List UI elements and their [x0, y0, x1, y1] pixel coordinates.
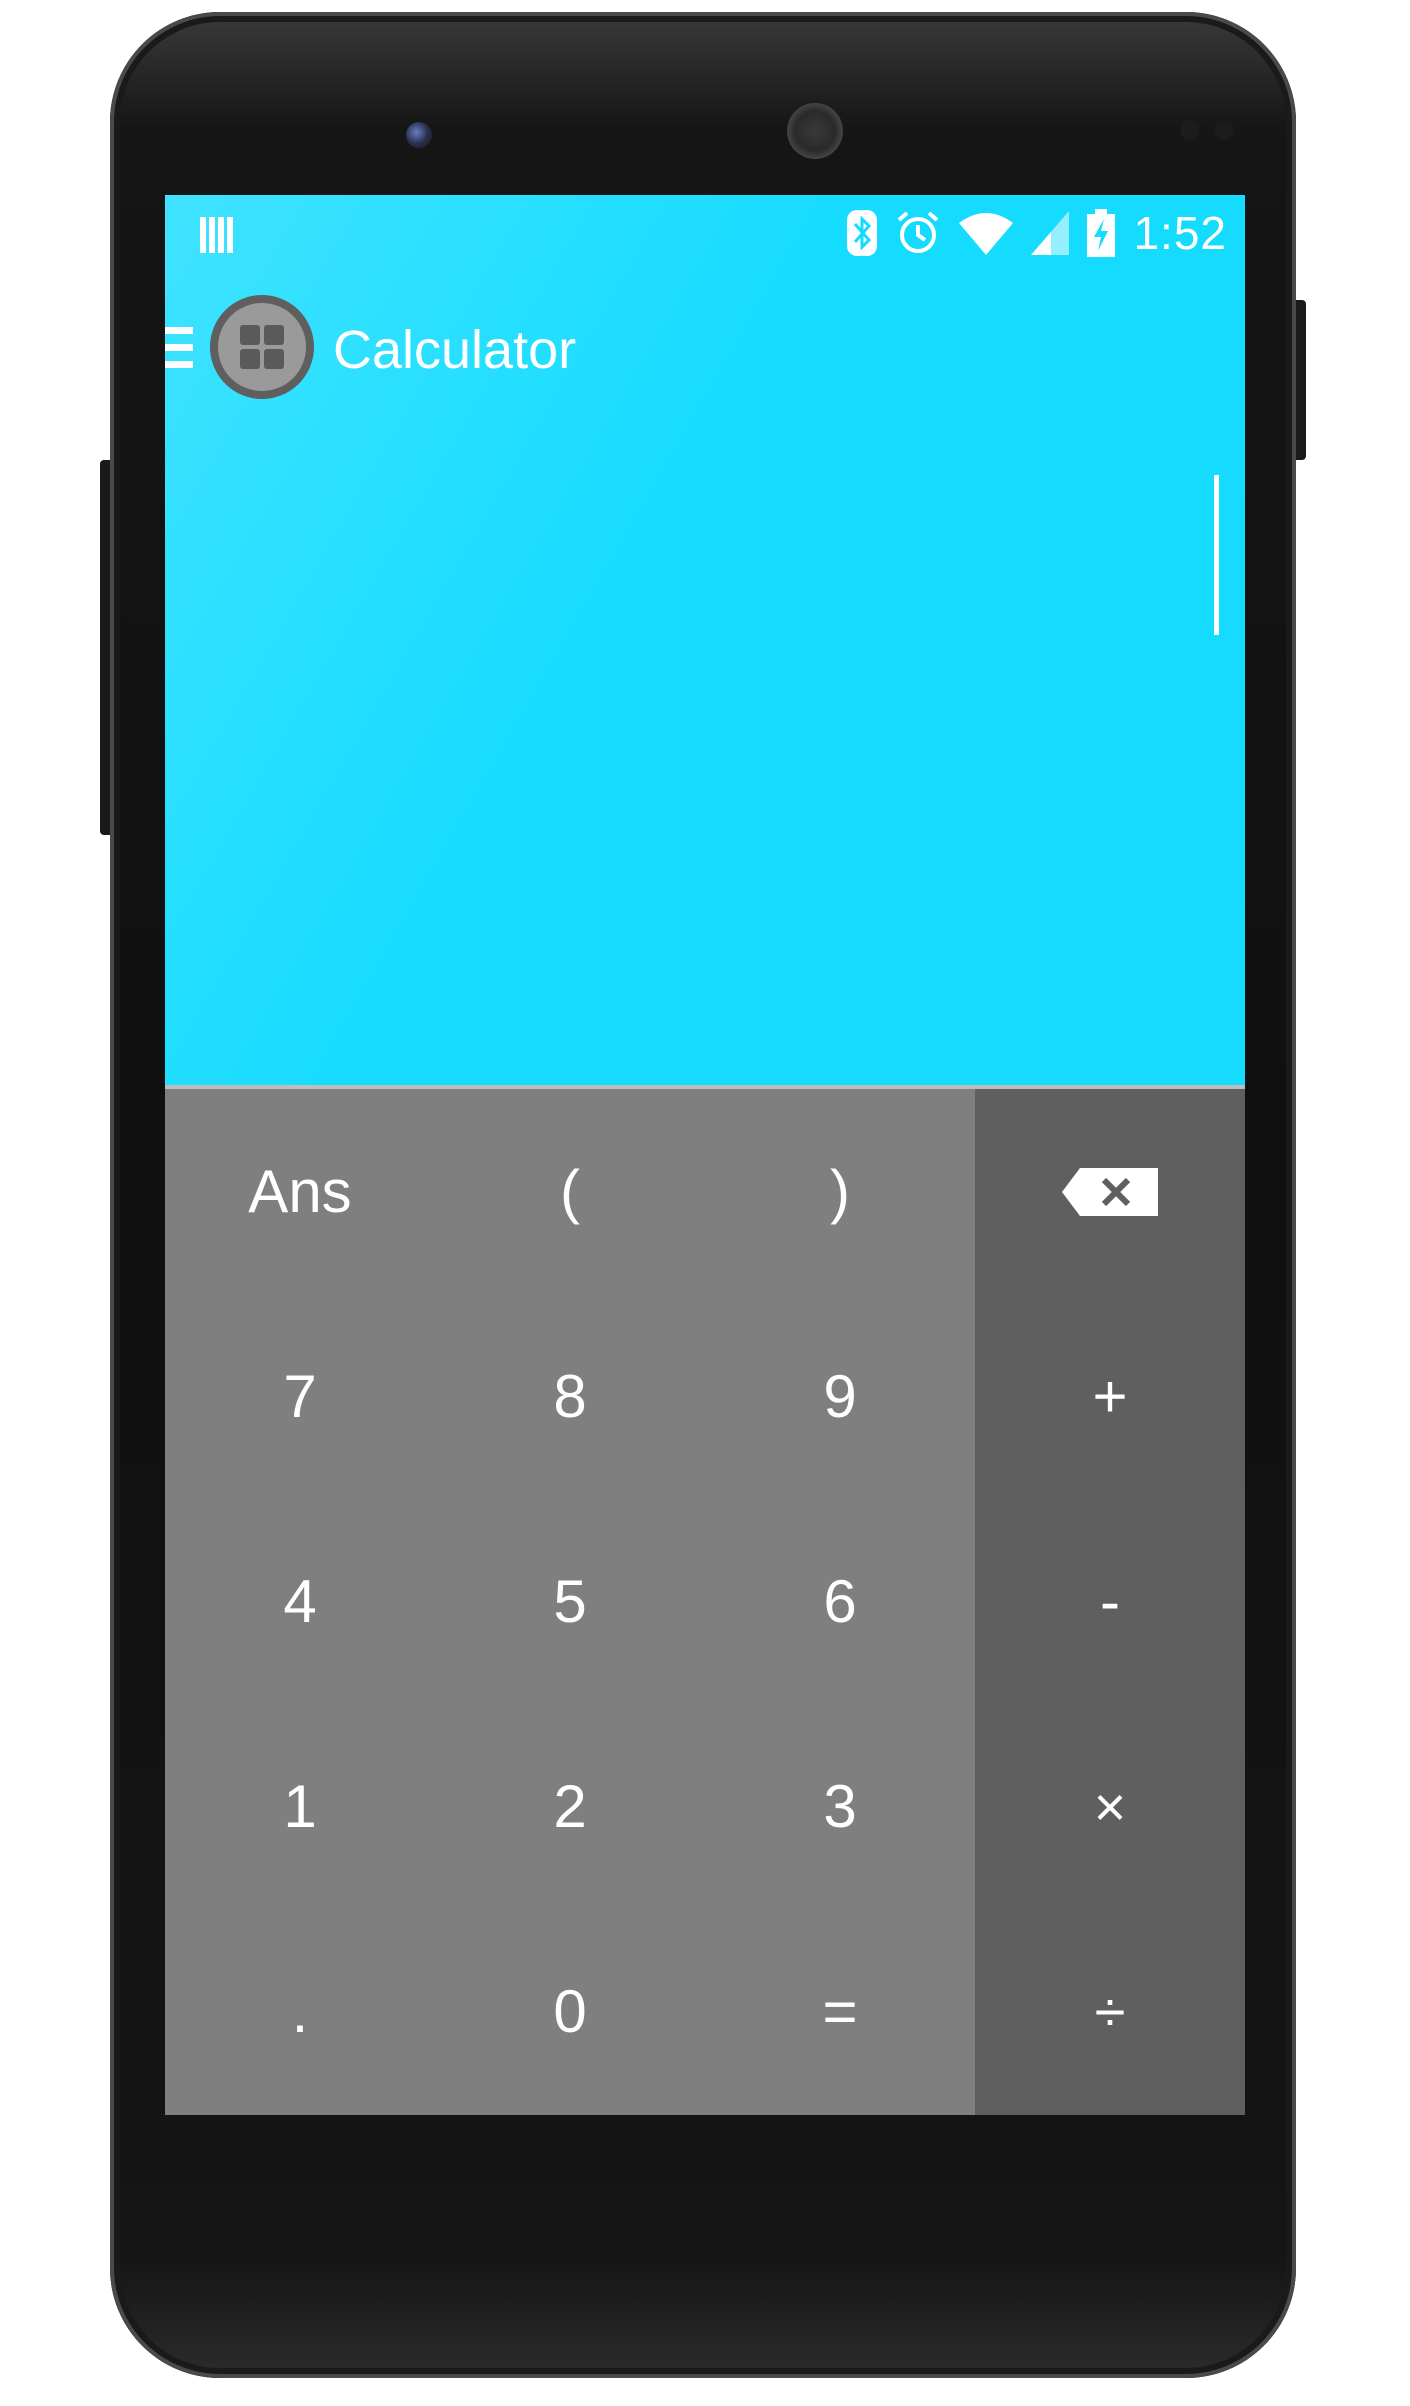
status-bar: 1:52 [165, 195, 1245, 270]
status-icons: 1:52 [847, 205, 1227, 260]
key-7[interactable]: 7 [165, 1294, 435, 1499]
proximity-sensors [1180, 120, 1250, 142]
text-cursor [1214, 475, 1219, 635]
key-6[interactable]: 6 [705, 1499, 975, 1704]
key-0[interactable]: 0 [435, 1909, 705, 2114]
key-8[interactable]: 8 [435, 1294, 705, 1499]
key-minus[interactable]: - [975, 1499, 1245, 1704]
app-title: Calculator [333, 320, 577, 380]
key-9[interactable]: 9 [705, 1294, 975, 1499]
calculator-app-icon[interactable] [210, 295, 314, 399]
key-2[interactable]: 2 [435, 1704, 705, 1909]
key-5[interactable]: 5 [435, 1499, 705, 1704]
key-equals[interactable]: = [705, 1909, 975, 2114]
phone-screen: 1:52 Calculator Ans ( ) 7 8 9 4 5 6 1 2 … [165, 195, 1245, 2115]
expression-display[interactable] [205, 475, 1195, 635]
alarm-icon [898, 210, 939, 253]
wifi-icon [959, 212, 1014, 255]
backspace-button[interactable] [975, 1089, 1245, 1294]
number-keypad: Ans ( ) 7 8 9 4 5 6 1 2 3 . 0 = [165, 1089, 975, 2115]
status-clock: 1:52 [1133, 206, 1227, 259]
menu-icon[interactable] [165, 327, 195, 371]
key-open-paren[interactable]: ( [435, 1089, 705, 1294]
bluetooth-icon [847, 209, 878, 256]
notification-bars-icon [200, 217, 233, 253]
key-multiply[interactable]: × [975, 1704, 1245, 1909]
backspace-icon [1062, 1167, 1158, 1216]
app-bar: Calculator [165, 295, 1245, 405]
key-decimal[interactable]: . [165, 1909, 435, 2114]
cell-signal-icon [1031, 210, 1070, 255]
operator-keypad: + - × ÷ [975, 1089, 1245, 2115]
key-ans[interactable]: Ans [165, 1089, 435, 1294]
key-1[interactable]: 1 [165, 1704, 435, 1909]
earpiece-speaker-icon [787, 103, 843, 159]
battery-charging-icon [1087, 208, 1116, 257]
front-camera-icon [406, 122, 432, 148]
key-plus[interactable]: + [975, 1294, 1245, 1499]
key-close-paren[interactable]: ) [705, 1089, 975, 1294]
key-divide[interactable]: ÷ [975, 1909, 1245, 2114]
key-4[interactable]: 4 [165, 1499, 435, 1704]
key-3[interactable]: 3 [705, 1704, 975, 1909]
